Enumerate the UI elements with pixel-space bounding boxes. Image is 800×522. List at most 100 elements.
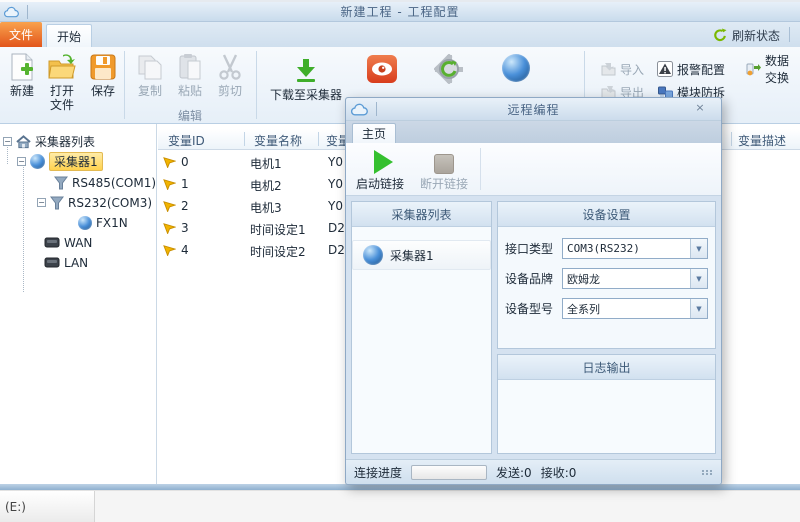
alarm-config-button[interactable]: 报警配置 — [657, 60, 725, 78]
open-folder-icon — [46, 52, 78, 82]
remote-programming-dialog: 远程编程 × 主页 启动链接 断开链接 采集器列表 采集器1 — [345, 97, 722, 485]
tree-item-lan[interactable]: LAN — [44, 253, 88, 272]
dialog-tab-home[interactable]: 主页 — [352, 123, 396, 143]
tree-item-label: RS485(COM1) — [72, 176, 156, 190]
drive-tab[interactable]: (E:) — [0, 491, 95, 522]
tab-file[interactable]: 文件 — [0, 22, 42, 47]
tree-item-fx1n[interactable]: FX1N — [78, 213, 128, 232]
dialog-toolbar: 启动链接 断开链接 — [346, 143, 721, 196]
collapse-icon[interactable]: − — [3, 137, 12, 146]
monitor-button[interactable] — [360, 55, 404, 83]
new-document-icon — [6, 52, 38, 82]
data-exchange-button[interactable]: 数据交换 — [746, 60, 800, 78]
new-label: 新建 — [10, 84, 34, 98]
firmware-upgrade-button[interactable] — [427, 54, 471, 84]
collector-tree-panel: − 采集器列表 − 采集器1 RS485(COM1) − RS232(COM3)… — [0, 124, 157, 484]
save-button[interactable]: 保存 — [86, 52, 120, 98]
tree-item-wan[interactable]: WAN — [44, 233, 92, 252]
device-model-select[interactable]: 全系列 ▼ — [562, 298, 708, 319]
data-exchange-label: 数据交换 — [765, 52, 800, 86]
open-file-button[interactable]: 打开 文件 — [42, 52, 82, 112]
progress-label: 连接进度 — [354, 464, 402, 481]
tree-item-rs232[interactable]: − RS232(COM3) — [37, 193, 152, 212]
start-link-label: 启动链接 — [356, 175, 404, 192]
column-header[interactable]: 变量描述 — [738, 132, 786, 149]
collapse-icon[interactable]: − — [17, 157, 26, 166]
collector-item-label: 采集器1 — [390, 247, 434, 264]
import-button: 导入 — [600, 60, 644, 78]
refresh-status-button[interactable]: 刷新状态 — [713, 25, 780, 45]
device-settings-panel: 设备设置 接口类型 COM3(RS232) ▼ 设备品牌 欧姆龙 ▼ — [497, 201, 716, 349]
tree-item-label: FX1N — [96, 216, 128, 230]
column-divider[interactable] — [731, 132, 732, 146]
cell-variable-id: 0 — [181, 155, 189, 169]
cut-button: 剪切 — [211, 52, 249, 98]
window-title: 新建工程 - 工程配置 — [0, 3, 800, 20]
dialog-title: 远程编程 — [346, 101, 721, 118]
open-label: 打开 文件 — [47, 84, 77, 112]
network-device-icon — [44, 236, 60, 249]
dialog-titlebar[interactable]: 远程编程 × — [346, 98, 721, 121]
select-value: 欧姆龙 — [563, 271, 690, 287]
chevron-down-icon[interactable]: ▼ — [690, 239, 707, 258]
cloud-icon — [351, 103, 368, 116]
divider — [124, 51, 125, 119]
titlebar: 新建工程 - 工程配置 — [0, 2, 800, 22]
column-header[interactable]: 变量名称 — [254, 132, 302, 149]
chevron-down-icon[interactable]: ▼ — [690, 269, 707, 288]
column-divider[interactable] — [244, 132, 245, 146]
tree-item-label-selected: 采集器1 — [49, 152, 103, 171]
received-counter: 接收:0 — [541, 464, 577, 481]
new-button[interactable]: 新建 — [4, 52, 40, 98]
cell-variable-address: Y0 — [328, 177, 343, 191]
alarm-config-label: 报警配置 — [677, 61, 725, 78]
save-floppy-icon — [87, 52, 119, 82]
field-device-brand: 设备品牌 欧姆龙 ▼ — [505, 268, 708, 289]
collector-list-panel: 采集器列表 采集器1 — [351, 201, 492, 454]
refresh-icon — [713, 28, 727, 42]
tab-start[interactable]: 开始 — [46, 24, 92, 47]
cell-variable-id: 3 — [181, 221, 189, 235]
drive-label: (E:) — [5, 500, 26, 514]
select-value: 全系列 — [563, 301, 690, 317]
log-output-panel: 日志输出 — [497, 354, 716, 454]
home-icon — [16, 135, 31, 149]
collapse-icon[interactable]: − — [37, 198, 46, 207]
cell-variable-id: 4 — [181, 243, 189, 257]
cell-variable-name: 时间设定2 — [250, 243, 306, 260]
device-brand-select[interactable]: 欧姆龙 ▼ — [562, 268, 708, 289]
variable-tag-icon — [163, 199, 176, 215]
remote-programming-button[interactable] — [494, 54, 538, 82]
column-header[interactable]: 变量ID — [168, 132, 205, 149]
network-device-icon — [44, 256, 60, 269]
collector-item[interactable]: 采集器1 — [352, 240, 491, 270]
interface-type-select[interactable]: COM3(RS232) ▼ — [562, 238, 708, 259]
disconnect-link-button: 断开链接 — [412, 146, 476, 192]
tree-item-label: 采集器列表 — [35, 133, 95, 150]
log-output-body — [498, 380, 715, 453]
divider — [789, 27, 790, 42]
variable-tag-icon — [163, 155, 176, 171]
tree-item-rs485[interactable]: RS485(COM1) — [54, 173, 156, 192]
cell-variable-address: D2 — [328, 221, 345, 235]
start-link-button[interactable]: 启动链接 — [348, 146, 412, 192]
ribbon-tab-row: 文件 开始 刷新状态 — [0, 22, 800, 47]
chevron-down-icon[interactable]: ▼ — [690, 299, 707, 318]
device-sphere-icon — [78, 216, 92, 230]
paste-label: 粘贴 — [178, 84, 202, 98]
copy-icon — [134, 52, 166, 82]
dialog-body: 采集器列表 采集器1 设备设置 接口类型 COM3(RS232) ▼ — [346, 196, 721, 459]
resize-grip[interactable] — [702, 470, 713, 475]
cell-variable-id: 1 — [181, 177, 189, 191]
cell-variable-name: 电机1 — [250, 155, 282, 172]
cut-label: 剪切 — [218, 84, 242, 98]
tree-item-collector-list[interactable]: − 采集器列表 — [3, 132, 95, 151]
tree-item-collector1[interactable]: − 采集器1 — [17, 152, 103, 171]
download-label: 下载至采集器 — [270, 88, 342, 102]
column-divider[interactable] — [318, 132, 319, 146]
download-to-collector-button[interactable]: 下载至采集器 — [263, 56, 349, 102]
paste-icon — [174, 52, 206, 82]
port-icon — [54, 176, 68, 190]
close-icon[interactable]: × — [693, 101, 707, 114]
copy-label: 复制 — [138, 84, 162, 98]
